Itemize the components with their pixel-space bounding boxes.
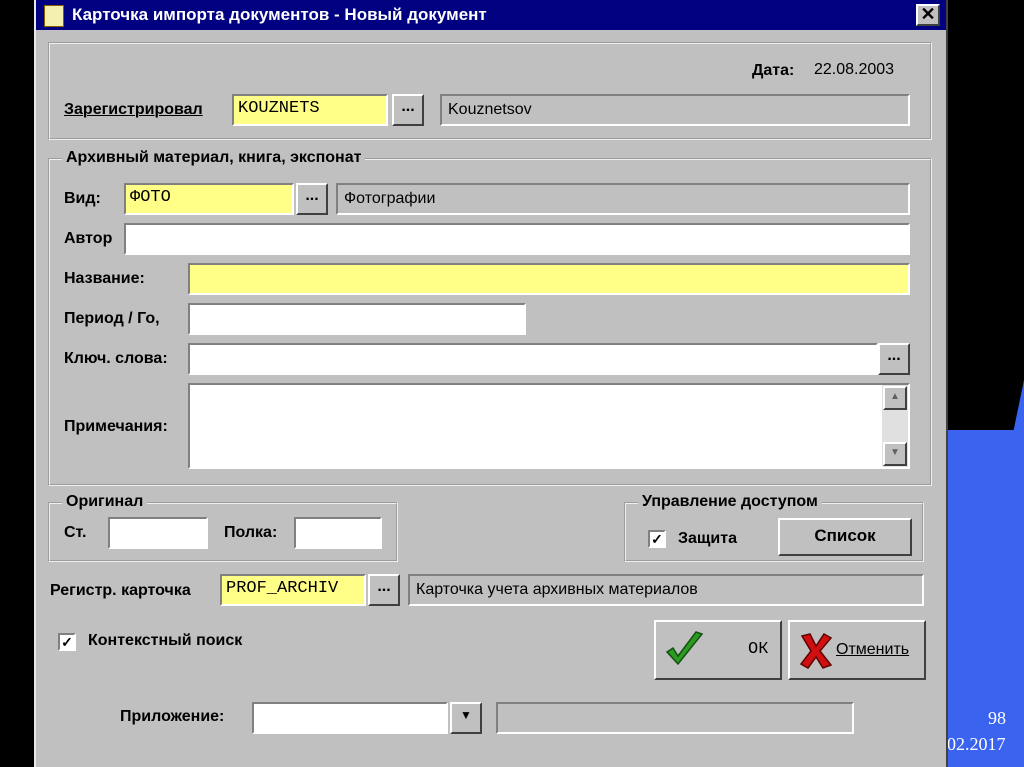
registered-lookup-button[interactable]: ... bbox=[392, 94, 424, 126]
slide-date: 02.2017 bbox=[947, 734, 1006, 754]
rack-label: Ст. bbox=[64, 524, 87, 541]
shelf-field[interactable] bbox=[294, 517, 382, 549]
ok-button[interactable]: ОК bbox=[654, 620, 782, 680]
slide-accent-fill bbox=[944, 430, 1024, 767]
archive-group-title: Архивный материал, книга, экспонат bbox=[62, 149, 366, 167]
rack-field[interactable] bbox=[108, 517, 208, 549]
notes-scrollbar[interactable]: ▲ ▼ bbox=[882, 385, 908, 467]
cancel-button[interactable]: Отменить bbox=[788, 620, 926, 680]
context-search-checkbox[interactable]: ✓ bbox=[58, 633, 76, 651]
type-lookup-button[interactable]: ... bbox=[296, 183, 328, 215]
type-code-field[interactable]: ФОТО bbox=[124, 183, 294, 215]
registered-code-field[interactable]: KOUZNETS bbox=[232, 94, 388, 126]
context-search-label: Контекстный поиск bbox=[88, 632, 243, 649]
close-button[interactable]: ✕ bbox=[916, 4, 940, 26]
ok-label: ОК bbox=[748, 640, 769, 659]
slide-number: 98 bbox=[988, 708, 1006, 728]
keywords-label: Ключ. слова: bbox=[64, 350, 168, 367]
application-dropdown-button[interactable]: ▼ bbox=[450, 702, 482, 734]
reg-card-lookup-button[interactable]: ... bbox=[368, 574, 400, 606]
reg-card-name-display: Карточка учета архивных материалов bbox=[408, 574, 924, 606]
reg-card-code-field[interactable]: PROF_ARCHIV bbox=[220, 574, 366, 606]
title-label: Название: bbox=[64, 270, 145, 287]
application-label: Приложение: bbox=[120, 708, 225, 725]
check-icon bbox=[665, 631, 704, 666]
keywords-lookup-button[interactable]: ... bbox=[878, 343, 910, 375]
cancel-x-icon bbox=[799, 633, 833, 669]
author-label: Автор bbox=[64, 230, 113, 247]
registered-label: Зарегистрировал bbox=[64, 101, 203, 118]
application-select[interactable] bbox=[252, 702, 448, 734]
chevron-down-icon: ▼ bbox=[460, 708, 472, 722]
original-group-title: Оригинал bbox=[62, 493, 148, 511]
type-name-display: Фотографии bbox=[336, 183, 910, 215]
scroll-down-icon[interactable]: ▼ bbox=[883, 442, 907, 466]
protect-checkbox[interactable]: ✓ bbox=[648, 530, 666, 548]
document-icon bbox=[44, 5, 64, 27]
type-label: Вид: bbox=[64, 190, 101, 207]
shelf-label: Полка: bbox=[224, 524, 278, 541]
import-card-dialog: Карточка импорта документов - Новый доку… bbox=[34, 0, 948, 767]
notes-label: Примечания: bbox=[64, 418, 168, 435]
registered-name-display: Kouznetsov bbox=[440, 94, 910, 126]
protect-label: Защита bbox=[678, 530, 737, 547]
access-list-button[interactable]: Список bbox=[778, 518, 912, 556]
title-bar: Карточка импорта документов - Новый доку… bbox=[36, 0, 946, 30]
author-field[interactable] bbox=[124, 223, 910, 255]
title-field[interactable] bbox=[188, 263, 910, 295]
window-title: Карточка импорта документов - Новый доку… bbox=[72, 5, 487, 24]
application-extra-display bbox=[496, 702, 854, 734]
reg-card-label: Регистр. карточка bbox=[50, 582, 191, 599]
cancel-label: Отменить bbox=[836, 641, 910, 658]
date-label: Дата: bbox=[752, 62, 795, 79]
date-value: 22.08.2003 bbox=[814, 61, 895, 78]
access-group-title: Управление доступом bbox=[638, 493, 822, 511]
notes-textarea[interactable] bbox=[188, 383, 910, 469]
period-field[interactable] bbox=[188, 303, 526, 335]
scroll-up-icon[interactable]: ▲ bbox=[883, 386, 907, 410]
keywords-field[interactable] bbox=[188, 343, 878, 375]
period-label: Период / Го, bbox=[64, 310, 160, 327]
